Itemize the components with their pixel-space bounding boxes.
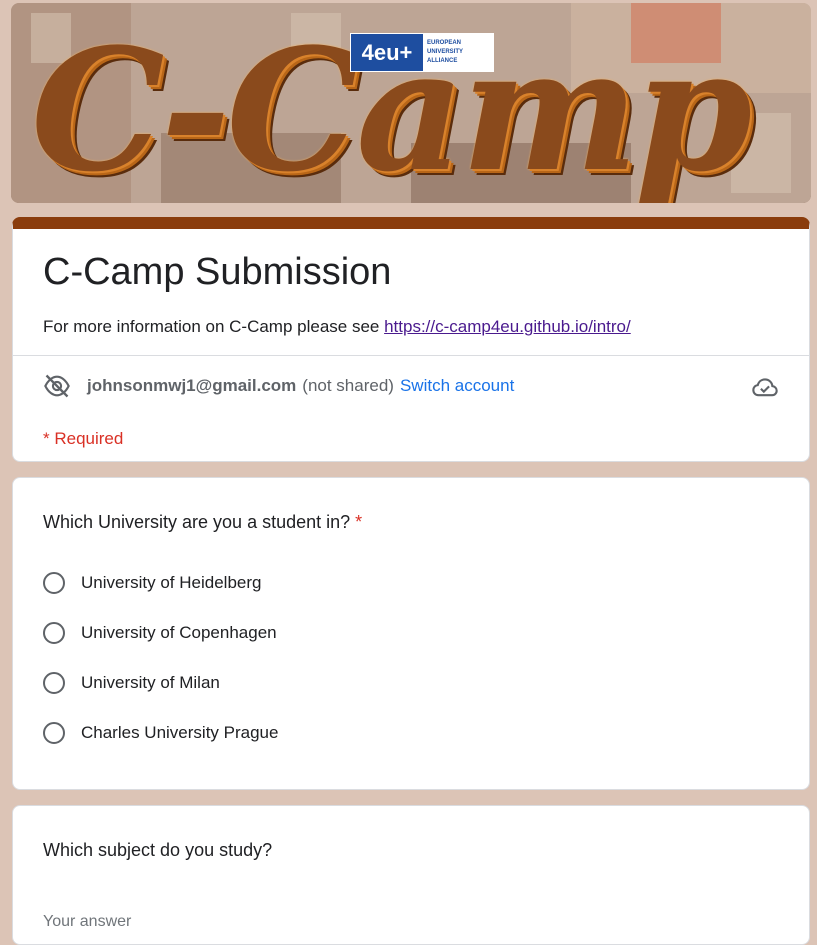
question-card-university: Which University are you a student in? *…: [12, 477, 810, 790]
option-label: Charles University Prague: [81, 723, 279, 742]
question-card-subject: Which subject do you study?: [12, 805, 810, 945]
description-text: For more information on C-Camp please se…: [43, 317, 385, 336]
header-divider: [13, 355, 809, 356]
alliance-logo: 4eu+ EUROPEAN UNIVERSITY ALLIANCE: [350, 33, 494, 72]
required-note: * Required: [43, 429, 124, 448]
radio-button[interactable]: [43, 572, 65, 594]
intro-link[interactable]: https://c-camp4eu.github.io/intro/: [384, 317, 631, 336]
eye-off-icon: [43, 372, 71, 400]
account-row: johnsonmwj1@gmail.com (not shared) Switc…: [43, 371, 779, 401]
logo-mark: 4eu+: [351, 34, 423, 71]
header-banner: C-Camp 4eu+ EUROPEAN UNIVERSITY ALLIANCE: [11, 3, 811, 203]
cloud-check-icon: [751, 373, 779, 401]
radio-button[interactable]: [43, 622, 65, 644]
option-label: University of Copenhagen: [81, 623, 277, 642]
logo-text: EUROPEAN UNIVERSITY ALLIANCE: [423, 34, 493, 71]
radio-option-prague[interactable]: Charles University Prague: [43, 718, 278, 748]
radio-option-heidelberg[interactable]: University of Heidelberg: [43, 568, 261, 598]
question-title: Which University are you a student in? *: [43, 512, 363, 532]
radio-button[interactable]: [43, 672, 65, 694]
question-title: Which subject do you study?: [43, 840, 273, 860]
account-share-status: (not shared): [302, 376, 394, 395]
form-header-card: C-Camp Submission For more information o…: [12, 217, 810, 462]
switch-account-link[interactable]: Switch account: [400, 376, 514, 396]
radio-option-copenhagen[interactable]: University of Copenhagen: [43, 618, 277, 648]
account-email: johnsonmwj1@gmail.com: [87, 376, 297, 395]
option-label: University of Heidelberg: [81, 573, 262, 592]
radio-option-milan[interactable]: University of Milan: [43, 668, 220, 698]
form-title: C-Camp Submission: [43, 251, 392, 293]
option-label: University of Milan: [81, 673, 220, 692]
radio-button[interactable]: [43, 722, 65, 744]
required-asterisk: *: [355, 512, 363, 532]
form-description: For more information on C-Camp please se…: [43, 317, 631, 337]
